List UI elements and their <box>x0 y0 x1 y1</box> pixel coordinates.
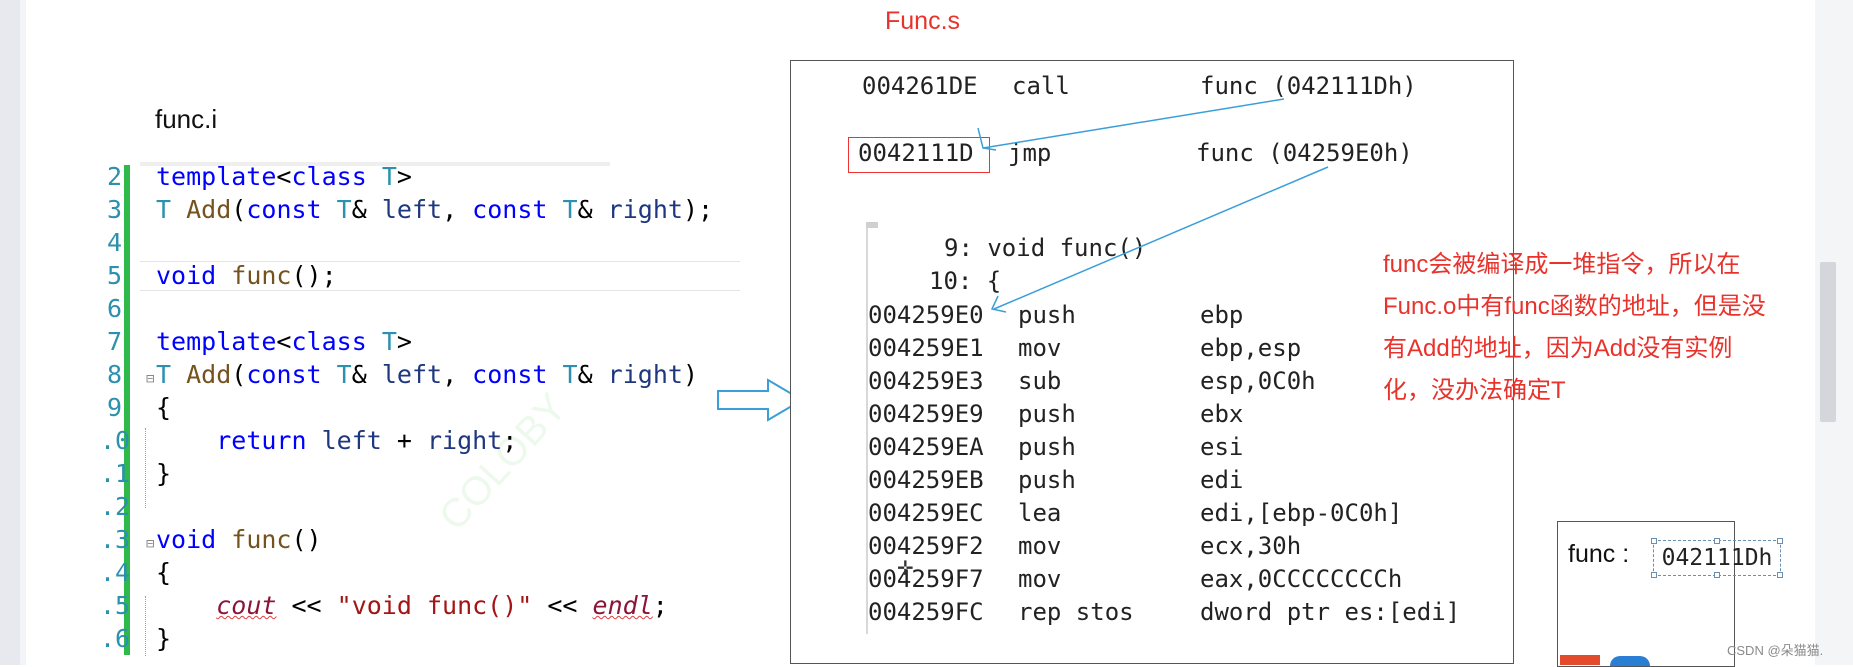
annotation-line: 化，没办法确定T <box>1383 377 1566 404</box>
annotation-line: 有Add的地址，因为Add没有实例 <box>1383 335 1733 362</box>
app-logo-red <box>1560 655 1600 665</box>
resize-handle[interactable] <box>1651 572 1657 578</box>
annotation-line: func会被编译成一堆指令，所以在 <box>1383 251 1741 278</box>
csdn-credit: CSDN @朵猫猫. <box>1727 643 1824 658</box>
func-address-label: func : <box>1568 540 1630 568</box>
annotation-note: func会被编译成一堆指令，所以在 Func.o中有func函数的地址，但是没 有A… <box>1383 244 1808 412</box>
annotation-line: Func.o中有func函数的地址，但是没 <box>1383 293 1766 320</box>
resize-handle[interactable] <box>1777 572 1783 578</box>
resize-handle[interactable] <box>1651 538 1657 544</box>
resize-handle[interactable] <box>1777 538 1783 544</box>
resize-handle[interactable] <box>1714 538 1720 544</box>
func-address-value[interactable]: 042111Dh <box>1653 540 1781 576</box>
resize-handle[interactable] <box>1714 572 1720 578</box>
